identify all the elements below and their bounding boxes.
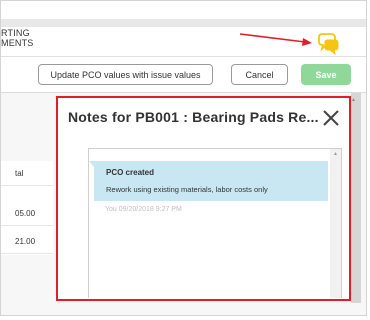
table-cell-value: 05.00 [15, 209, 36, 218]
modal-title: Notes for PB001 : Bearing Pads Re... [68, 109, 319, 125]
close-icon[interactable] [321, 108, 341, 128]
table-header-total: tal [1, 161, 53, 186]
notes-list[interactable]: ▲ PCO created Rework using existing mate… [88, 148, 342, 298]
table-cell-value: 21.00 [15, 237, 36, 246]
table-row: 05.00 [1, 201, 53, 226]
header-divider [1, 56, 366, 57]
app-frame: RTING MENTS Update PCO values with issue… [0, 0, 367, 316]
nav-label-line-2[interactable]: MENTS [1, 38, 34, 48]
table-row: 21.00 [1, 229, 53, 254]
scroll-up-arrow-icon[interactable]: ▲ [351, 97, 356, 103]
note-text: Rework using existing materials, labor c… [106, 185, 268, 194]
note-title: PCO created [106, 168, 155, 177]
update-pco-values-button[interactable]: Update PCO values with issue values [38, 64, 213, 85]
background-table: tal 05.00 21.00 [1, 161, 53, 255]
notes-modal: Notes for PB001 : Bearing Pads Re... ▲ P… [56, 96, 351, 301]
cancel-button[interactable]: Cancel [231, 64, 288, 85]
note-timestamp: You 09/20/2018 9:27 PM [105, 206, 182, 213]
chat-bubbles-icon[interactable] [316, 33, 340, 55]
notes-scrollbar[interactable] [330, 149, 341, 298]
page-scrollbar[interactable] [351, 93, 361, 303]
nav-label-line-1[interactable]: RTING [1, 28, 30, 38]
note-bubble: PCO created Rework using existing materi… [89, 161, 328, 201]
save-button[interactable]: Save [301, 64, 351, 85]
notes-scroll-up-icon[interactable]: ▲ [333, 151, 338, 157]
top-bar-strip [1, 19, 366, 27]
